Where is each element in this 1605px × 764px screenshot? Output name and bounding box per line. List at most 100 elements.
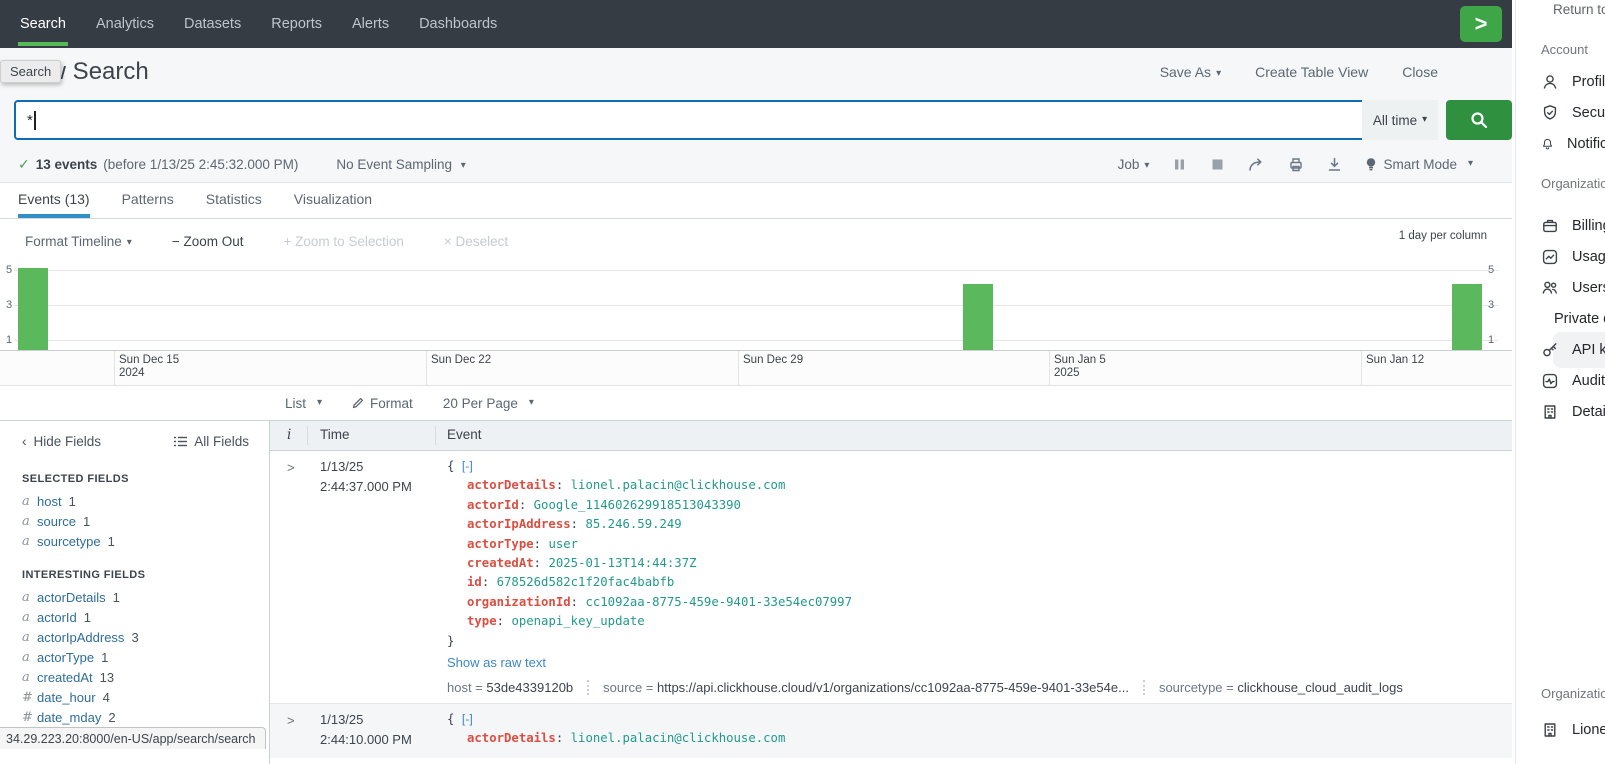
field-count: 1 [84, 610, 91, 625]
timeline-bar[interactable] [1452, 284, 1482, 350]
toolbar-format[interactable]: Format [352, 396, 413, 411]
field-date_mday[interactable]: #date_mday2 [0, 707, 269, 727]
nav-item-analytics[interactable]: Analytics [94, 0, 182, 48]
timeline-controls: Format Timeline − Zoom Out + Zoom to Selec… [25, 228, 508, 254]
tab-visualization[interactable]: Visualization [294, 184, 372, 218]
event-sampling-menu[interactable]: No Event Sampling [336, 157, 465, 172]
event-row: >1/13/252:44:10.000 PM{ [-]actorDetails:… [270, 703, 1512, 758]
job-menu[interactable]: Job [1118, 157, 1150, 172]
cloud-item-profile[interactable]: Profile [1541, 68, 1605, 96]
hide-fields-link[interactable]: Hide Fields [22, 434, 101, 449]
export-icon[interactable] [1327, 157, 1342, 172]
save-as-button[interactable]: Save As [1160, 64, 1221, 80]
all-fields-link[interactable]: All Fields [174, 434, 249, 449]
cloud-item-private-endpoints[interactable]: Private endpoints [1541, 305, 1605, 333]
cloud-item-api-keys[interactable]: API keys [1541, 336, 1605, 364]
all-fields-label: All Fields [194, 434, 249, 449]
events-table-header: i Time Event [270, 420, 1512, 451]
cloud-item-security[interactable]: Security [1541, 99, 1605, 127]
json-key: actorDetails [467, 731, 556, 745]
toolbar-20-per-page[interactable]: 20 Per Page [443, 396, 534, 411]
usage-icon [1541, 248, 1559, 266]
events-timeline-chart[interactable]: 553311 [0, 258, 1512, 350]
field-date_hour[interactable]: #date_hour4 [0, 687, 269, 707]
toolbar-list[interactable]: List [285, 396, 322, 411]
field-count: 1 [113, 590, 120, 605]
pause-icon[interactable] [1172, 157, 1187, 172]
nav-item-search[interactable]: Search [18, 0, 94, 48]
pencil-icon [352, 397, 364, 409]
users-icon [1541, 279, 1559, 297]
app-navigation-bar: SearchAnalyticsDatasetsReportsAlertsDash… [0, 0, 1512, 48]
show-raw-text-link[interactable]: Show as raw text [447, 655, 546, 670]
tab-events[interactable]: Events (13) [18, 184, 90, 218]
create-table-view-button[interactable]: Create Table View [1255, 64, 1368, 80]
field-actorId[interactable]: aactorId1 [0, 607, 269, 627]
search-mode-selector[interactable]: Smart Mode [1365, 157, 1473, 172]
nav-item-datasets[interactable]: Datasets [182, 0, 269, 48]
json-value: Google_114602629918513043390 [534, 498, 741, 512]
splunk-window: SearchAnalyticsDatasetsReportsAlertsDash… [0, 0, 1512, 764]
search-button[interactable] [1446, 100, 1512, 140]
nav-item-alerts[interactable]: Alerts [350, 0, 417, 48]
timeline-bar[interactable] [963, 284, 993, 350]
json-field-line: organizationId: cc1092aa-8775-459e-9401-… [447, 593, 1512, 612]
meta-source[interactable]: source = https://api.clickhouse.cloud/v1… [587, 680, 1129, 695]
timeline-control-format-timeline[interactable]: Format Timeline [25, 234, 132, 249]
time-range-picker[interactable]: All time [1362, 100, 1438, 140]
cloud-item-lionel[interactable]: Lionel [1541, 716, 1605, 744]
return-to-link[interactable]: Return to [1553, 2, 1605, 17]
splunk-logo[interactable]: > [1460, 6, 1502, 42]
field-count: 1 [108, 534, 115, 549]
json-collapse-link[interactable]: [-] [462, 459, 473, 473]
x-axis-tick-mark [1361, 351, 1362, 385]
field-name: actorDetails [37, 590, 106, 605]
json-collapse-link[interactable]: [-] [462, 712, 473, 726]
smart-mode-icon [1365, 157, 1377, 171]
nav-item-dashboards[interactable]: Dashboards [417, 0, 525, 48]
cloud-item-notifications[interactable]: Notifications [1541, 130, 1605, 158]
field-sourcetype[interactable]: asourcetype1 [0, 531, 269, 551]
nav-item-reports[interactable]: Reports [269, 0, 350, 48]
column-header-event: Event [447, 427, 482, 442]
field-count: 1 [83, 514, 90, 529]
meta-sourcetype[interactable]: sourcetype = clickhouse_cloud_audit_logs [1143, 680, 1403, 695]
cloud-item-users[interactable]: Users [1541, 274, 1605, 302]
print-icon[interactable] [1288, 157, 1304, 172]
y-axis-tick-right: 3 [1488, 299, 1494, 311]
field-source[interactable]: asource1 [0, 511, 269, 531]
json-key: organizationId [467, 595, 571, 609]
field-actorType[interactable]: aactorType1 [0, 647, 269, 667]
json-value: openapi_key_update [511, 614, 644, 628]
field-createdAt[interactable]: acreatedAt13 [0, 667, 269, 687]
field-actorIpAddress[interactable]: aactorIpAddress3 [0, 627, 269, 647]
json-value: user [548, 537, 578, 551]
field-actorDetails[interactable]: aactorDetails1 [0, 587, 269, 607]
x-axis-tick-label: Sun Jan 12 [1366, 354, 1424, 367]
json-value: 85.246.59.249 [585, 517, 681, 531]
event-expand-chevron[interactable]: > [270, 457, 320, 695]
section-header-account: Account [1541, 42, 1588, 57]
tab-statistics[interactable]: Statistics [206, 184, 262, 218]
timeline-control-zoom-to-selection: + Zoom to Selection [283, 234, 403, 249]
share-icon[interactable] [1248, 157, 1265, 172]
event-expand-chevron[interactable]: > [270, 710, 320, 750]
json-field-line: actorDetails: lionel.palacin@clickhouse.… [447, 729, 1512, 748]
search-input[interactable]: * [14, 100, 1367, 140]
section-header-organization: Organization [1541, 176, 1605, 191]
tab-patterns[interactable]: Patterns [122, 184, 174, 218]
cloud-item-usage[interactable]: Usage [1541, 243, 1605, 271]
stop-icon[interactable] [1210, 157, 1225, 172]
cloud-item-details[interactable]: Details [1541, 398, 1605, 426]
results-tabs: Events (13) Patterns Statistics Visualizati… [0, 184, 1512, 219]
y-axis-tick-right: 1 [1488, 334, 1494, 346]
timeline-control-zoom-out[interactable]: − Zoom Out [172, 234, 244, 249]
field-host[interactable]: ahost1 [0, 491, 269, 511]
cloud-item-billing[interactable]: Billing [1541, 212, 1605, 240]
timeline-x-axis: Sun Dec 152024Sun Dec 22Sun Dec 29Sun Ja… [0, 350, 1512, 386]
timeline-bar[interactable] [18, 268, 48, 351]
cloud-item-audit[interactable]: Audit [1541, 367, 1605, 395]
close-button[interactable]: Close [1402, 64, 1438, 80]
json-key: actorIpAddress [467, 517, 571, 531]
meta-host[interactable]: host = 53de4339120b [447, 680, 573, 695]
